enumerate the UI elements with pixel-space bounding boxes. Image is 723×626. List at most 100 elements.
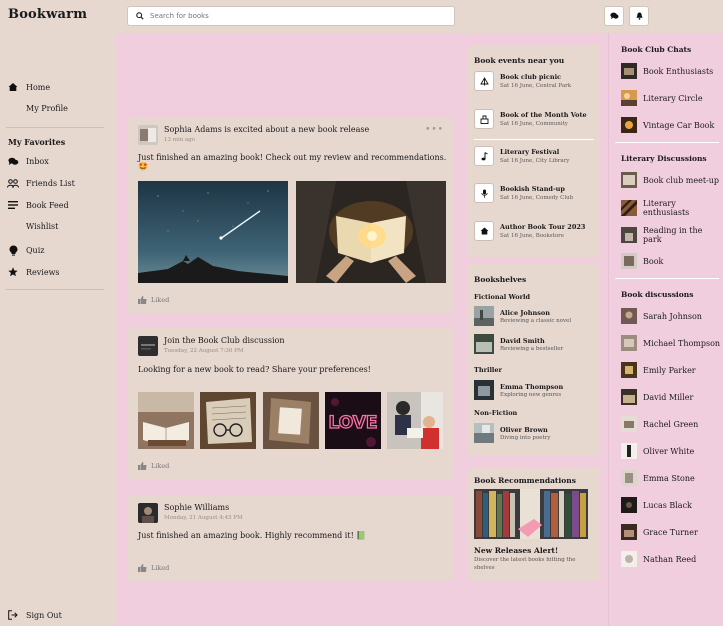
picnic-icon [474, 71, 494, 91]
post-time: 13 min ago [164, 137, 196, 143]
nav-reviews[interactable]: Reviews [7, 266, 60, 278]
discussion-item[interactable]: Book [621, 253, 663, 269]
recommendation-text: Discover the latest books hitting the sh… [474, 557, 576, 571]
mic-icon [474, 183, 494, 203]
person-name: Michael Thompson [643, 338, 721, 348]
shelf-item[interactable]: Emma Thompson Exploring new genres [474, 380, 563, 400]
event-item[interactable]: Author Book Tour 2023 Sat 16 June, Bookst… [474, 221, 585, 241]
chat-icon [609, 12, 619, 20]
event-item[interactable]: Book club picnic Sat 16 June, Central Par… [474, 71, 571, 91]
nav-quiz-label: Quiz [26, 245, 45, 255]
left-sidebar: Home My Profile My Favorites Inbox Frien… [0, 33, 116, 626]
person-item[interactable]: David Miller [621, 389, 693, 405]
person-item[interactable]: Rachel Green [621, 416, 698, 432]
shelf-category[interactable]: Thriller [474, 366, 502, 374]
sidebar-divider [6, 127, 104, 128]
post-author[interactable]: Join the Book Club discussion [164, 336, 284, 346]
nav-signout-label: Sign Out [26, 610, 62, 620]
post-text: Looking for a new book to read? Share yo… [138, 365, 371, 374]
person-name: Nathan Reed [643, 554, 697, 564]
post-author[interactable]: Sophie Williams [164, 503, 243, 513]
person-name: Rachel Green [643, 419, 699, 429]
search-input[interactable] [150, 12, 440, 20]
chat-item[interactable]: Literary Circle [621, 90, 703, 106]
shelf-item[interactable]: Oliver Brown Diving into poetry [474, 423, 550, 443]
nav-feed[interactable]: Book Feed [7, 199, 69, 211]
shelf-item[interactable]: David Smith Reviewing a bestseller [474, 334, 563, 354]
shelf-category[interactable]: Non-Fiction [474, 409, 517, 417]
chat-thumbnail [621, 117, 637, 133]
thumbs-up-icon [138, 296, 147, 304]
messages-button[interactable] [604, 6, 624, 26]
discussion-item[interactable]: Literary enthusiasts [621, 199, 723, 217]
event-item[interactable]: Bookish Stand-up Sat 16 June, Comedy Club [474, 183, 573, 203]
recommendation-headline[interactable]: New Releases Alert! [474, 546, 558, 555]
home-icon [7, 81, 19, 93]
avatar[interactable] [138, 125, 158, 145]
nav-friends[interactable]: Friends List [7, 177, 75, 189]
post-image-notebook[interactable] [263, 392, 319, 449]
avatar[interactable] [138, 336, 158, 356]
nav-quiz[interactable]: Quiz [7, 244, 44, 256]
chat-name: Vintage Car Book [643, 120, 715, 130]
person-item[interactable]: Michael Thompson [621, 335, 720, 351]
person-avatar [621, 389, 637, 405]
post-image-books[interactable] [138, 392, 194, 449]
shelf-category[interactable]: Fictional World [474, 293, 530, 301]
chats-divider [615, 142, 719, 143]
main-feed: Sophia Adams is excited about a new book… [116, 33, 464, 626]
event-subtitle: Sat 16 June, Bookstore [500, 233, 565, 239]
discussion-thumbnail [621, 253, 637, 269]
post-image-love-sign[interactable]: LOVE [325, 392, 381, 449]
like-button[interactable]: Liked [138, 564, 169, 572]
person-item[interactable]: Oliver White [621, 443, 694, 459]
avatar[interactable] [138, 503, 158, 523]
person-item[interactable]: Nathan Reed [621, 551, 696, 567]
like-button[interactable]: Liked [138, 296, 169, 304]
chat-item[interactable]: Book Enthusiasts [621, 63, 713, 79]
person-item[interactable]: Sarah Johnson [621, 308, 702, 324]
like-label: Liked [151, 296, 170, 304]
post-header: Sophie Williams Monday, 21 August 4:45 P… [138, 503, 243, 523]
post-image-reading-kids[interactable] [387, 392, 443, 449]
event-subtitle: Sat 16 June, Comedy Club [500, 195, 574, 201]
nav-profile[interactable]: My Profile [26, 104, 68, 113]
post-image-book-light[interactable] [296, 181, 446, 283]
nav-inbox[interactable]: Inbox [7, 155, 49, 167]
app-logo[interactable]: Bookwarm [8, 7, 87, 22]
post-author[interactable]: Sophia Adams is excited about a new book… [164, 125, 369, 135]
more-options-icon[interactable]: ••• [425, 125, 444, 135]
discussion-name: Book club meet-up [643, 175, 720, 185]
person-item[interactable]: Emily Parker [621, 362, 696, 378]
nav-home[interactable]: Home [7, 81, 50, 93]
discussion-name: Book [643, 256, 664, 266]
book-discussions-title: Book discussions [621, 290, 694, 299]
chat-item[interactable]: Vintage Car Book [621, 117, 714, 133]
person-item[interactable]: Lucas Black [621, 497, 692, 513]
sidebar-divider [6, 289, 104, 290]
shelf-subtitle: Exploring new genres [500, 391, 562, 398]
person-item[interactable]: Emma Stone [621, 470, 695, 486]
like-button[interactable]: Liked [138, 462, 169, 470]
nav-wishlist[interactable]: Wishlist [26, 222, 58, 231]
events-panel: Book events near you Book club picnic Sat… [468, 45, 600, 257]
favorites-title: My Favorites [8, 137, 66, 147]
discussion-item[interactable]: Reading in the park [621, 226, 723, 244]
event-item[interactable]: Literary Festival Sat 16 June, City Libra… [474, 146, 569, 166]
nav-signout[interactable]: Sign Out [7, 609, 62, 621]
search-bar[interactable] [127, 6, 455, 26]
feed-icon [7, 199, 19, 211]
person-avatar [621, 524, 637, 540]
post-image-glasses[interactable] [200, 392, 256, 449]
shelf-name: Alice Johnson [500, 308, 550, 317]
person-item[interactable]: Grace Turner [621, 524, 698, 540]
post-image-comet[interactable] [138, 181, 288, 283]
shelf-name: Emma Thompson [500, 382, 564, 391]
event-name: Literary Festival [500, 148, 560, 156]
shelf-thumbnail [474, 423, 494, 443]
notifications-button[interactable] [629, 6, 649, 26]
event-item[interactable]: Book of the Month Vote Sat 16 June, Commu… [474, 109, 587, 129]
recommendation-image[interactable] [474, 489, 588, 539]
discussion-item[interactable]: Book club meet-up [621, 172, 719, 188]
shelf-item[interactable]: Alice Johnson Reviewing a classic novel [474, 306, 571, 326]
